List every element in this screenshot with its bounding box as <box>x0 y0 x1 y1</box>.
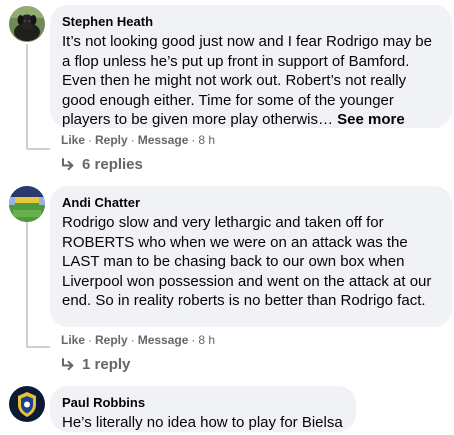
comment-text: It’s not looking good just now and I fea… <box>62 32 440 130</box>
see-more-link[interactable]: See more <box>337 111 405 128</box>
reply-button[interactable]: Reply <box>95 133 128 147</box>
separator: · <box>130 133 135 147</box>
view-replies-button[interactable]: 1 reply <box>60 355 130 375</box>
view-replies-button[interactable]: 6 replies <box>60 155 143 175</box>
replies-count: 1 reply <box>82 356 131 373</box>
replies-count: 6 replies <box>82 156 143 173</box>
like-button[interactable]: Like <box>61 333 85 347</box>
thread-line <box>26 148 50 150</box>
comment-text: He’s literally no idea how to play for B… <box>62 414 343 431</box>
stadium-avatar-icon <box>9 186 45 222</box>
reply-arrow-icon <box>62 158 74 171</box>
comment-actions: Like · Reply · Message · 8 h <box>61 132 215 148</box>
separator: · <box>191 333 196 347</box>
reply-arrow-icon <box>62 358 74 371</box>
thread-line <box>26 222 28 346</box>
crest-avatar-icon <box>9 386 45 422</box>
comment-bubble: Paul Robbins He’s literally no idea how … <box>50 386 356 432</box>
comment-author[interactable]: Paul Robbins <box>62 394 344 411</box>
dog-avatar-icon <box>9 6 45 42</box>
comment-author[interactable]: Stephen Heath <box>62 13 440 30</box>
like-button[interactable]: Like <box>61 133 85 147</box>
comment-actions: Like · Reply · Message · 8 h <box>61 332 215 348</box>
thread-line <box>26 44 28 148</box>
comment-author[interactable]: Andi Chatter <box>62 194 440 211</box>
message-button[interactable]: Message <box>138 133 189 147</box>
comment-bubble: Stephen Heath It’s not looking good just… <box>50 5 452 128</box>
avatar[interactable] <box>9 386 45 422</box>
timestamp[interactable]: 8 h <box>198 333 215 347</box>
separator: · <box>191 133 196 147</box>
timestamp[interactable]: 8 h <box>198 133 215 147</box>
comment-bubble: Andi Chatter Rodrigo slow and very letha… <box>50 186 452 327</box>
separator: · <box>130 333 135 347</box>
avatar[interactable] <box>9 186 45 222</box>
avatar[interactable] <box>9 6 45 42</box>
message-button[interactable]: Message <box>138 333 189 347</box>
comment-text: Rodrigo slow and very lethargic and take… <box>62 214 432 310</box>
separator: · <box>88 133 93 147</box>
reply-button[interactable]: Reply <box>95 333 128 347</box>
separator: · <box>88 333 93 347</box>
thread-line <box>26 346 50 348</box>
